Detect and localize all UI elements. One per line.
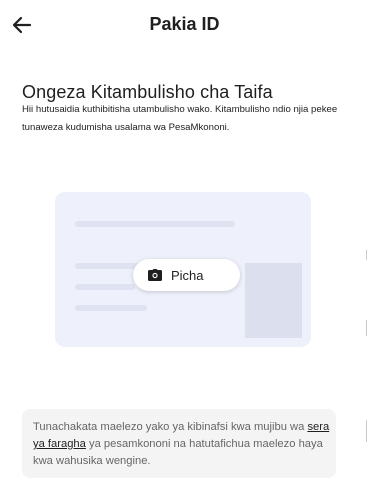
section-title: Ongeza Kitambulisho cha Taifa (22, 82, 273, 102)
placeholder-line (75, 284, 135, 290)
privacy-text: Tunachakata maelezo yako ya kibinafsi kw… (33, 419, 333, 470)
privacy-notice: Tunachakata maelezo yako ya kibinafsi kw… (22, 409, 336, 478)
section-description: Hii hutusaidia kuthibitisha utambulisho … (22, 104, 338, 133)
header: Pakia ID (0, 0, 369, 48)
privacy-text-before: Tunachakata maelezo yako ya kibinafsi kw… (33, 421, 308, 433)
camera-icon (148, 269, 162, 281)
page-title: Pakia ID (149, 14, 220, 34)
scrollbar-track (359, 250, 369, 450)
placeholder-line (75, 221, 235, 227)
placeholder-line (75, 305, 147, 311)
edge-mark (366, 250, 367, 260)
edge-mark (366, 320, 367, 336)
edge-mark (366, 420, 367, 442)
take-photo-label: Picha (171, 267, 204, 283)
take-photo-button[interactable]: Picha (133, 259, 240, 291)
photo-placeholder (245, 263, 302, 338)
